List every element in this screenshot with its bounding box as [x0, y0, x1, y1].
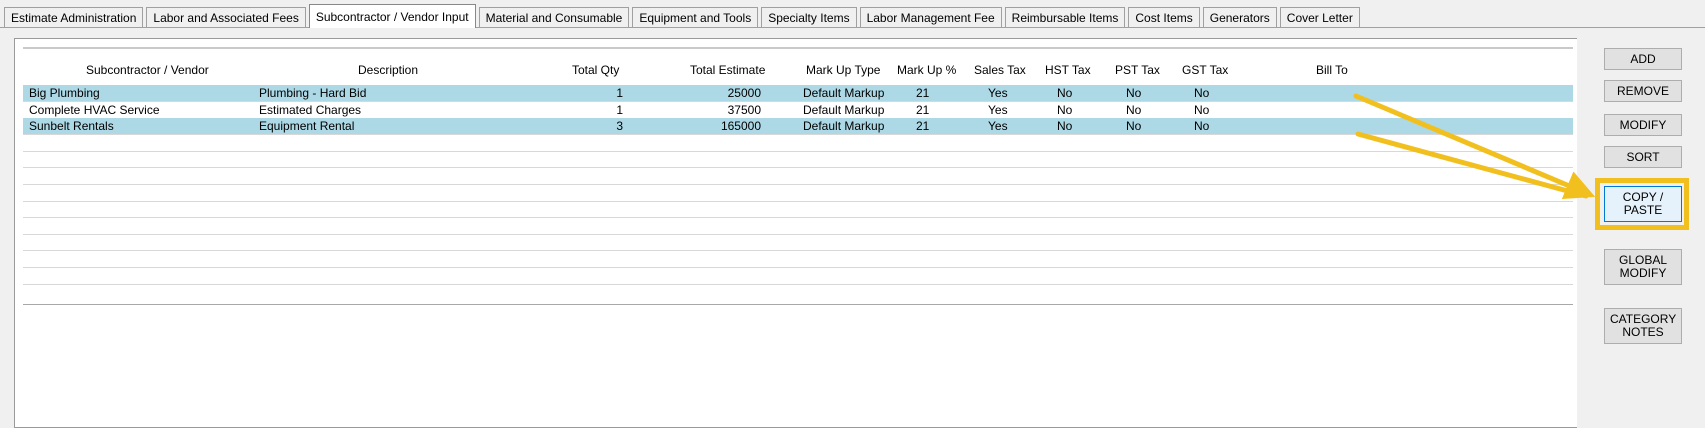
cell-pst-tax: No	[1126, 119, 1142, 134]
sort-button[interactable]: SORT	[1604, 146, 1682, 168]
grid-header: Subcontractor / Vendor Description Total…	[23, 47, 1573, 79]
cell-qty: 1	[616, 86, 623, 100]
cell-vendor: Sunbelt Rentals	[29, 119, 114, 134]
col-vendor[interactable]: Subcontractor / Vendor	[86, 63, 209, 77]
grid-bottom-line	[23, 304, 1573, 305]
remove-button[interactable]: REMOVE	[1604, 80, 1682, 102]
cell-hst-tax: No	[1057, 119, 1073, 134]
cell-vendor: Big Plumbing	[29, 86, 100, 100]
col-markup-pct[interactable]: Mark Up %	[897, 63, 956, 77]
tab-labor-and-associated-fees[interactable]: Labor and Associated Fees	[146, 7, 306, 28]
cell-sales-tax: Yes	[988, 119, 1008, 134]
table-row[interactable]	[23, 185, 1573, 202]
cell-markup-pct: 21	[916, 119, 930, 134]
tab-equipment-and-tools[interactable]: Equipment and Tools	[632, 7, 759, 28]
tab-divider	[0, 27, 1705, 28]
add-button[interactable]: ADD	[1604, 48, 1682, 70]
col-sales-tax[interactable]: Sales Tax	[974, 63, 1026, 77]
table-row[interactable]	[23, 251, 1573, 268]
cell-pst-tax: No	[1126, 102, 1142, 117]
cell-gst-tax: No	[1194, 102, 1210, 117]
table-row[interactable]: Sunbelt Rentals Equipment Rental 3 165000 De…	[23, 118, 1573, 136]
cell-markup-type: Default Markup	[803, 119, 885, 134]
cell-markup-type: Default Markup	[803, 102, 885, 117]
col-hst-tax[interactable]: HST Tax	[1045, 63, 1091, 77]
cell-estimate: 37500	[727, 102, 761, 117]
table-row[interactable]	[23, 151, 1573, 169]
global-modify-button[interactable]: GLOBAL MODIFY	[1604, 249, 1682, 285]
table-row[interactable]	[23, 234, 1573, 252]
col-gst-tax[interactable]: GST Tax	[1182, 63, 1228, 77]
col-estimate[interactable]: Total Estimate	[690, 63, 765, 77]
col-markup-type[interactable]: Mark Up Type	[806, 63, 880, 77]
cell-sales-tax: Yes	[988, 86, 1008, 100]
tab-labor-management-fee[interactable]: Labor Management Fee	[859, 7, 1002, 28]
table-row[interactable]	[23, 168, 1573, 185]
cell-gst-tax: No	[1194, 86, 1210, 100]
col-pst-tax[interactable]: PST Tax	[1115, 63, 1160, 77]
cell-markup-type: Default Markup	[803, 86, 885, 100]
table-row[interactable]	[23, 201, 1573, 219]
copy-paste-button[interactable]: COPY / PASTE	[1604, 186, 1682, 222]
cell-hst-tax: No	[1057, 86, 1073, 100]
cell-sales-tax: Yes	[988, 102, 1008, 117]
tab-estimate-administration[interactable]: Estimate Administration	[4, 7, 144, 28]
cell-description: Equipment Rental	[259, 119, 355, 134]
category-notes-button[interactable]: CATEGORY NOTES	[1604, 308, 1682, 344]
tab-subcontractor-vendor-input[interactable]: Subcontractor / Vendor Input	[308, 4, 476, 28]
tab-material-and-consumable[interactable]: Material and Consumable	[478, 7, 630, 28]
table-row[interactable]	[23, 218, 1573, 235]
vendor-grid: Subcontractor / Vendor Description Total…	[23, 47, 1573, 397]
cell-description: Plumbing - Hard Bid	[259, 86, 367, 100]
vendor-panel: Subcontractor / Vendor Description Total…	[14, 38, 1577, 428]
table-row[interactable]: Big Plumbing Plumbing - Hard Bid 1 25000 Def…	[23, 85, 1573, 102]
col-description[interactable]: Description	[358, 63, 418, 77]
modify-button[interactable]: MODIFY	[1604, 114, 1682, 136]
cell-qty: 3	[616, 119, 623, 134]
col-qty[interactable]: Total Qty	[572, 63, 619, 77]
tab-cost-items[interactable]: Cost Items	[1128, 7, 1200, 28]
tab-generators[interactable]: Generators	[1202, 7, 1277, 28]
cell-description: Estimated Charges	[259, 102, 362, 117]
cell-hst-tax: No	[1057, 102, 1073, 117]
cell-gst-tax: No	[1194, 119, 1210, 134]
col-bill-to[interactable]: Bill To	[1316, 63, 1348, 77]
table-row[interactable]: Complete HVAC Service Estimated Charges 1 3…	[23, 102, 1573, 119]
cell-vendor: Complete HVAC Service	[29, 102, 160, 117]
tab-specialty-items[interactable]: Specialty Items	[761, 7, 857, 28]
tab-reimbursable-items[interactable]: Reimbursable Items	[1004, 7, 1126, 28]
cell-estimate: 165000	[720, 119, 761, 134]
cell-pst-tax: No	[1126, 86, 1142, 100]
table-row[interactable]	[23, 135, 1573, 152]
table-row[interactable]	[23, 268, 1573, 285]
cell-markup-pct: 21	[916, 102, 930, 117]
cell-markup-pct: 21	[916, 86, 930, 100]
cell-estimate: 25000	[727, 86, 761, 100]
cell-qty: 1	[616, 102, 623, 117]
tab-cover-letter[interactable]: Cover Letter	[1279, 7, 1360, 28]
tab-strip: Estimate Administration Labor and Associa…	[0, 4, 1363, 28]
